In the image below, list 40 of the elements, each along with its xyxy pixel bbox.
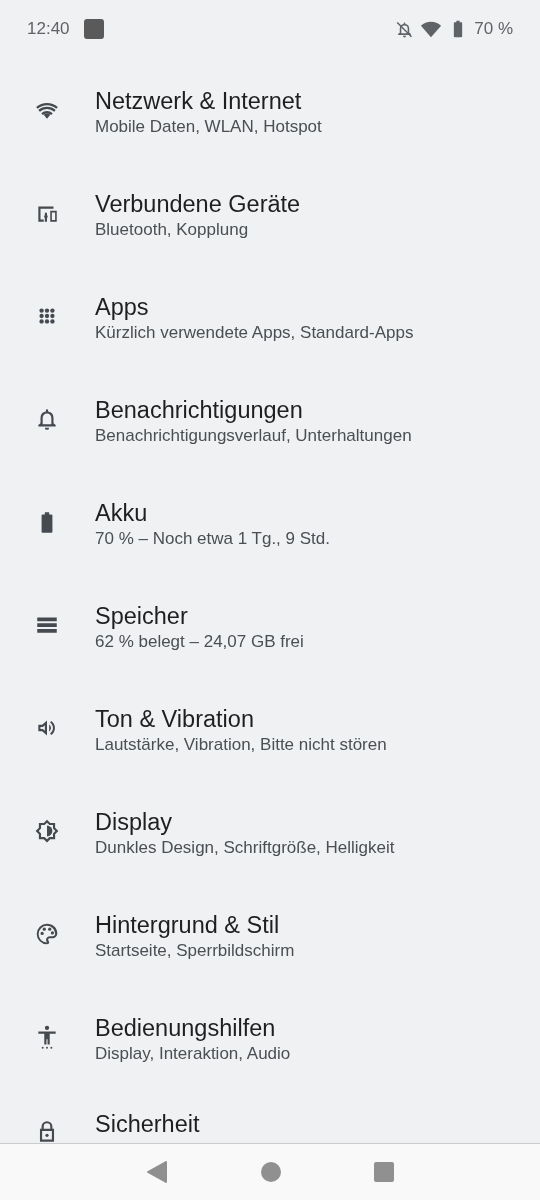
item-title: Bedienungshilfen [95, 1013, 276, 1043]
settings-item[interactable]: Speicher 62 % belegt – 24,07 GB frei [0, 573, 540, 676]
item-title: Benachrichtigungen [95, 395, 303, 425]
item-summary: Benachrichtigungsverlauf, Unterhaltungen [95, 424, 412, 447]
item-summary: Kürzlich verwendete Apps, Standard-Apps [95, 321, 414, 344]
notification-icon [83, 19, 104, 39]
item-title: Netzwerk & Internet [95, 86, 302, 116]
item-title: Sicherheit [95, 1110, 200, 1139]
settings-item[interactable]: Benachrichtigungen Benachrichtigungsverlauf, Unterhaltungen [0, 367, 540, 470]
item-title: Akku [95, 498, 148, 528]
back-button[interactable] [146, 1161, 169, 1183]
bell-off-icon [395, 19, 415, 39]
item-summary: 62 % belegt – 24,07 GB frei [95, 630, 304, 653]
recents-button[interactable] [373, 1162, 394, 1182]
item-summary: Startseite, Sperrbildschirm [95, 939, 295, 962]
item-title: Ton & Vibration [95, 704, 254, 734]
item-summary: Mobile Daten, WLAN, Hotspot [95, 115, 322, 138]
settings-item[interactable]: Sicherheit [0, 1088, 540, 1139]
battery-percentage: 70 % [474, 19, 513, 39]
item-title: Speicher [95, 601, 188, 631]
brightness-icon [34, 817, 60, 844]
item-title: Apps [95, 292, 149, 322]
settings-item[interactable]: Verbundene Geräte Bluetooth, Kopplung [0, 161, 540, 264]
item-summary: Display, Interaktion, Audio [95, 1042, 291, 1065]
item-summary: Dunkles Design, Schriftgröße, Helligkeit [95, 836, 395, 859]
item-summary: 70 % – Noch etwa 1 Tg., 9 Std. [95, 527, 330, 550]
settings-item[interactable]: Netzwerk & Internet Mobile Daten, WLAN, Hotspot [0, 58, 540, 161]
item-summary: Lautstärke, Vibration, Bitte nicht stören [95, 733, 387, 756]
item-title: Verbundene Geräte [95, 189, 301, 219]
settings-item[interactable]: Display Dunkles Design, Schriftgröße, Helligkeit [0, 779, 540, 882]
settings-item[interactable]: Hintergrund & Stil Startseite, Sperrbildschirm [0, 882, 540, 985]
item-title: Hintergrund & Stil [95, 910, 280, 940]
item-title: Display [95, 807, 173, 837]
status-time: 12:40 [27, 19, 70, 39]
item-summary: Bluetooth, Kopplung [95, 218, 249, 241]
settings-item[interactable]: Ton & Vibration Lautstärke, Vibration, Bitte nicht stören [0, 676, 540, 779]
settings-item[interactable]: Apps Kürzlich verwendete Apps, Standard-Apps [0, 264, 540, 367]
settings-item[interactable]: Akku 70 % – Noch etwa 1 Tg., 9 Std. [0, 470, 540, 573]
settings-item[interactable]: Bedienungshilfen Display, Interaktion, Audio [0, 985, 540, 1088]
home-button[interactable] [261, 1162, 281, 1182]
